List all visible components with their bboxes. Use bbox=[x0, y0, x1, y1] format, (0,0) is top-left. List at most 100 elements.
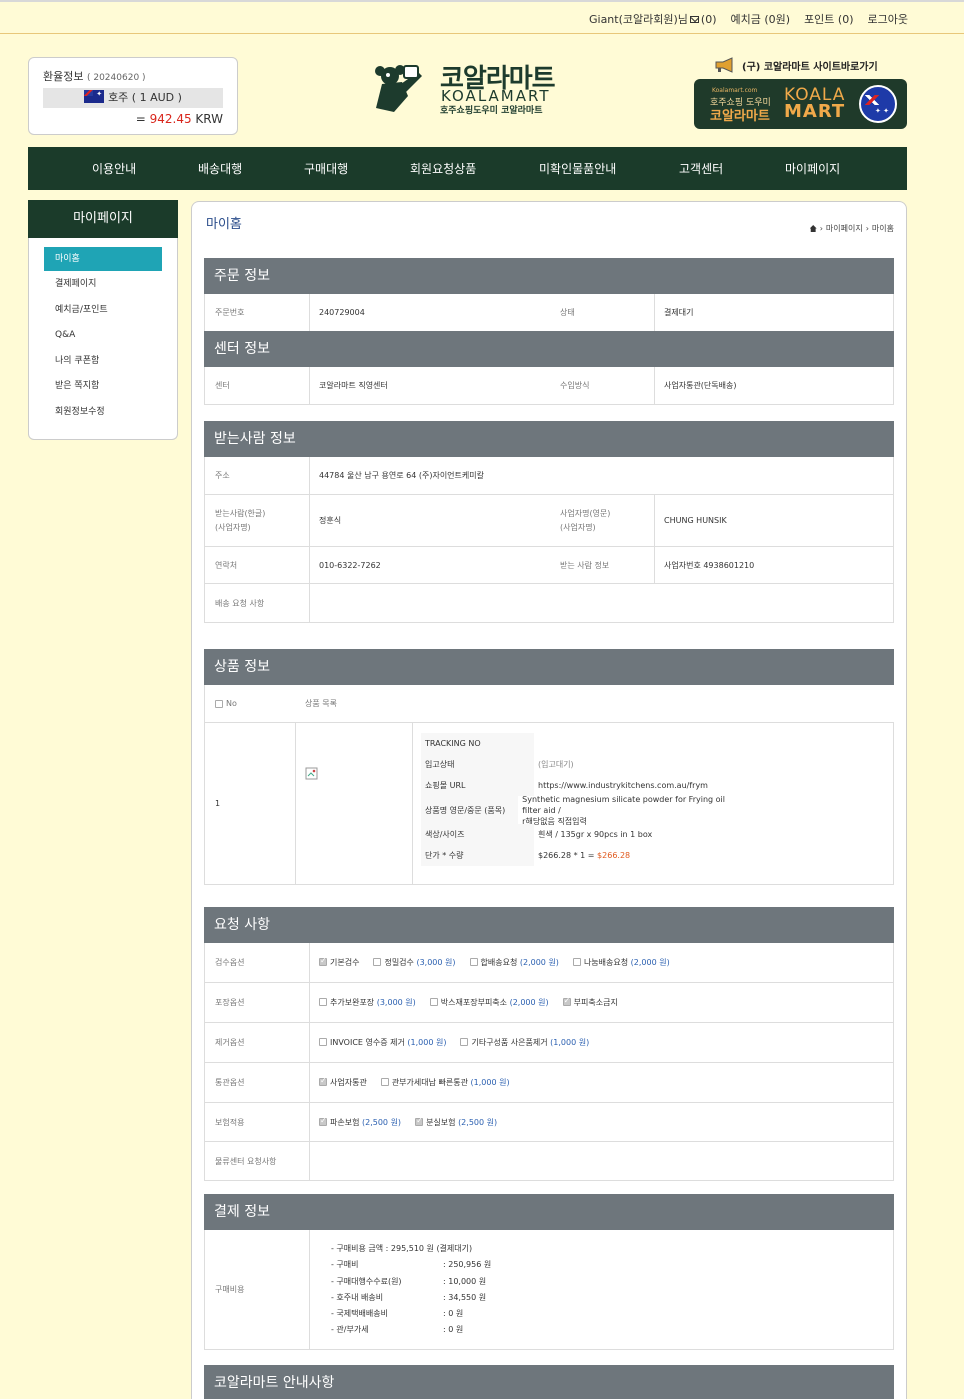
request-row: 통관옵션사업자통관관부가세대납 빠른통관 (1,000 원) bbox=[205, 1062, 893, 1102]
request-option[interactable]: 파손보험 (2,500 원) bbox=[319, 1116, 401, 1128]
nav-customer-center[interactable]: 고객센터 bbox=[679, 160, 723, 177]
breadcrumb: › 마이페이지 › 마이홈 bbox=[809, 223, 894, 234]
request-option[interactable]: 기본검수 bbox=[319, 956, 359, 968]
payment-total: - 구매비용 금액 : 295,510 원 (결제대기) bbox=[331, 1244, 473, 1253]
option-checkbox[interactable] bbox=[469, 958, 478, 966]
nav-guide[interactable]: 이용안내 bbox=[92, 160, 136, 177]
sidebar: 마이홈 결제페이지 예치금/포인트 Q&A 나의 쿠폰함 받은 쪽지함 회원정보… bbox=[28, 238, 178, 440]
request-heading: 요청 사항 bbox=[204, 907, 894, 943]
exchange-title: 환율정보 bbox=[43, 70, 84, 83]
option-checkbox[interactable] bbox=[380, 1078, 389, 1086]
nav-unconfirmed-items[interactable]: 미확인물품안내 bbox=[539, 160, 616, 177]
payment-table: 구매비용 - 구매비용 금액 : 295,510 원 (결제대기) - 구매비:… bbox=[204, 1230, 894, 1350]
delivery-request bbox=[309, 584, 894, 622]
request-option[interactable]: 박스재포장부피축소 (2,000 원) bbox=[429, 997, 549, 1008]
sidebar-title: 마이페이지 bbox=[28, 200, 178, 238]
sidebar-item-qna[interactable]: Q&A bbox=[44, 324, 162, 346]
product-no: 1 bbox=[215, 799, 221, 808]
request-row: 물류센터 요청사항 bbox=[205, 1141, 893, 1180]
request-option[interactable]: 정밀검수 (3,000 원) bbox=[373, 957, 456, 968]
nav-mypage[interactable]: 마이페이지 bbox=[785, 160, 840, 177]
product-heading: 상품 정보 bbox=[204, 649, 894, 685]
price-quantity: $266.28 * 1 = $266.28 bbox=[538, 851, 631, 860]
receiver-phone: 010-6322-7262 bbox=[319, 560, 381, 570]
option-checkbox[interactable] bbox=[319, 1038, 327, 1046]
receiver-table: 주소 44784 울산 남구 용연로 64 (주)자이언트케미칼 받는사람(한글… bbox=[204, 457, 894, 623]
request-option[interactable]: 분실보험 (2,500 원) bbox=[415, 1116, 497, 1128]
request-row: 포장옵션추가보완포장 (3,000 원)박스재포장부피축소 (2,000 원)부… bbox=[205, 982, 893, 1022]
request-option[interactable]: 관부가세대납 빠른통관 (1,000 원) bbox=[380, 1077, 510, 1088]
color-size: 흰색 / 135gr x 90pcs in 1 box bbox=[538, 830, 653, 839]
notice-heading: 코알라마트 안내사항 bbox=[204, 1365, 894, 1399]
main-nav: 이용안내 배송대행 구매대행 회원요청상품 미확인물품안내 고객센터 마이페이지 bbox=[28, 147, 907, 190]
user-link[interactable]: Giant(코알라회원)님 (0) bbox=[589, 11, 717, 27]
center-name: 코알라마트 직영센터 bbox=[319, 381, 388, 390]
home-icon[interactable] bbox=[809, 225, 817, 232]
sidebar-item-deposit[interactable]: 예치금/포인트 bbox=[44, 299, 162, 321]
receiver-name-english: CHUNG HUNSIK bbox=[664, 516, 727, 525]
request-option[interactable]: 추가보완포장 (3,000 원) bbox=[319, 997, 416, 1008]
center-info-heading: 센터 정보 bbox=[204, 331, 894, 367]
request-table: 검수옵션기본검수정밀검수 (3,000 원)합배송요청 (2,000 원)나눔배… bbox=[204, 943, 894, 1181]
select-all-checkbox[interactable] bbox=[215, 699, 223, 708]
payment-breakdown: - 구매비용 금액 : 295,510 원 (결제대기) - 구매비: 250,… bbox=[331, 1241, 491, 1339]
option-checkbox[interactable] bbox=[319, 998, 327, 1006]
australia-flag-icon bbox=[84, 84, 105, 104]
option-checkbox[interactable] bbox=[572, 958, 581, 966]
exchange-date: ( 20240620 ) bbox=[86, 73, 146, 83]
payment-heading: 결제 정보 bbox=[204, 1194, 894, 1230]
sidebar-item-myhome[interactable]: 마이홈 bbox=[44, 247, 162, 271]
sidebar-item-coupons[interactable]: 나의 쿠폰함 bbox=[44, 350, 162, 372]
order-number: 240729004 bbox=[319, 308, 365, 317]
sidebar-item-payment[interactable]: 결제페이지 bbox=[44, 273, 162, 295]
top-bar: Giant(코알라회원)님 (0) 예치금 (0원) 포인트 (0) 로그아웃 bbox=[0, 0, 964, 34]
sidebar-item-messages[interactable]: 받은 쪽지함 bbox=[44, 375, 162, 397]
receiver-business-no: 사업자번호 4938601210 bbox=[664, 560, 755, 570]
request-option[interactable]: 합배송요청 (2,000 원) bbox=[469, 957, 559, 968]
option-checkbox[interactable] bbox=[319, 1116, 327, 1126]
request-option[interactable]: 기타구성품 사은품제거 (1,000 원) bbox=[460, 1037, 589, 1048]
request-option[interactable]: 나눔배송요청 (2,000 원) bbox=[572, 957, 670, 968]
broken-image-icon[interactable] bbox=[305, 767, 319, 781]
deposit-link[interactable]: 예치금 (0원) bbox=[731, 11, 791, 27]
inbound-status: (입고대기) bbox=[538, 760, 574, 769]
shop-url[interactable]: https://www.industrykitchens.com.au/frym bbox=[534, 781, 708, 790]
exchange-rate: = 942.45 KRW bbox=[135, 112, 223, 126]
option-checkbox[interactable] bbox=[429, 998, 438, 1006]
koala-logo-icon bbox=[375, 65, 422, 112]
page-title: 마이홈 bbox=[206, 217, 242, 232]
product-details: TRACKING NO 입고상태 (입고대기) 쇼핑몰 URL https://ww… bbox=[421, 733, 741, 866]
request-option[interactable]: 사업자통관 bbox=[319, 1076, 367, 1088]
site-logo[interactable]: 코알라마트 KOALAMART 호주쇼핑도우미 코알라마트 bbox=[368, 60, 568, 118]
logout-link[interactable]: 로그아웃 bbox=[868, 11, 908, 27]
option-checkbox[interactable] bbox=[562, 996, 571, 1006]
request-row: 보험적용파손보험 (2,500 원)분실보험 (2,500 원) bbox=[205, 1102, 893, 1141]
nav-member-request[interactable]: 회원요청상품 bbox=[410, 160, 476, 177]
option-checkbox[interactable] bbox=[319, 1076, 327, 1086]
receiver-address: 44784 울산 남구 용연로 64 (주)자이언트케미칼 bbox=[319, 471, 484, 480]
australia-globe-icon bbox=[859, 85, 897, 123]
nav-purchase-agent[interactable]: 구매대행 bbox=[304, 160, 348, 177]
logo-tagline: 호주쇼핑도우미 코알라마트 bbox=[440, 106, 543, 116]
order-info-table: 주문번호 240729004 상태 결제대기 bbox=[204, 294, 894, 332]
option-checkbox[interactable] bbox=[415, 1116, 424, 1126]
request-row: 제거옵션 INVOICE 영수증 제거 (1,000 원) 기타구성품 사은품제거 … bbox=[205, 1022, 893, 1062]
request-option[interactable]: 부피축소금지 bbox=[562, 996, 618, 1008]
old-site-banner[interactable]: Koalamart.com 호주쇼핑 도우미 코알라마트 KOALA MART bbox=[694, 79, 907, 129]
request-row: 검수옵션기본검수정밀검수 (3,000 원)합배송요청 (2,000 원)나눔배… bbox=[205, 943, 893, 982]
exchange-currency: 호주 ( 1 AUD ) bbox=[43, 84, 223, 108]
exchange-rate-box: 환율정보 ( 20240620 ) 호주 ( 1 AUD ) = 942.45 … bbox=[28, 57, 238, 135]
main-panel: 마이홈 › 마이페이지 › 마이홈 주문 정보 주문번호 240729004 상… bbox=[191, 201, 907, 1399]
option-checkbox[interactable] bbox=[373, 958, 382, 966]
request-option[interactable]: INVOICE 영수증 제거 (1,000 원) bbox=[319, 1037, 446, 1048]
sidebar-item-profile[interactable]: 회원정보수정 bbox=[44, 401, 162, 423]
option-checkbox[interactable] bbox=[460, 1038, 469, 1046]
order-status: 결제대기 bbox=[664, 308, 694, 317]
option-checkbox[interactable] bbox=[319, 956, 327, 966]
old-site-link[interactable]: (구) 코알라마트 사이트바로가기 bbox=[714, 57, 878, 73]
order-info-heading: 주문 정보 bbox=[204, 258, 894, 294]
import-method: 사업자통관(단독배송) bbox=[664, 381, 737, 390]
points-link[interactable]: 포인트 (0) bbox=[804, 11, 853, 27]
receiver-name-korean: 정훈식 bbox=[319, 516, 342, 525]
nav-shipping-agent[interactable]: 배송대행 bbox=[198, 160, 242, 177]
